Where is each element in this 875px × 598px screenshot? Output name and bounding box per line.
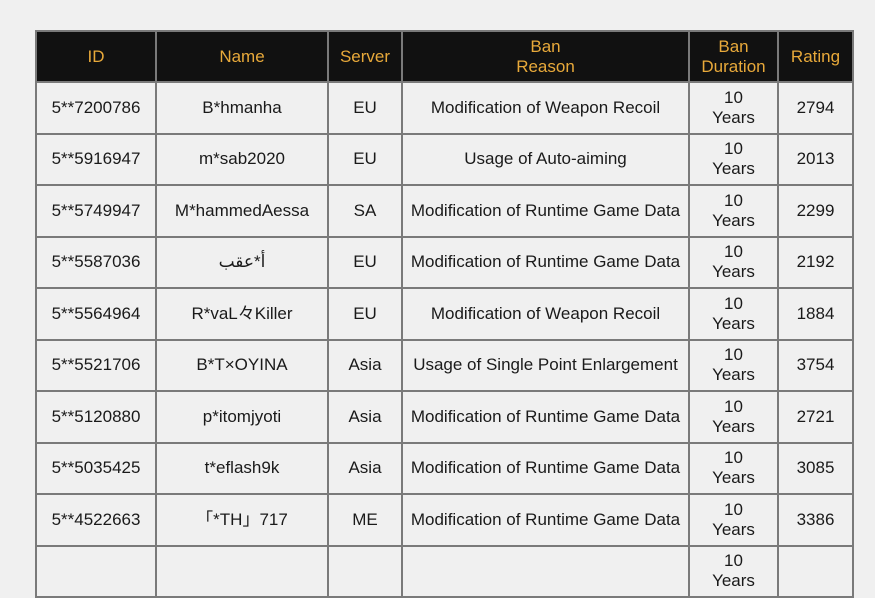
cell-rating: 2013: [777, 132, 854, 186]
cell-ban-duration: 10 Years: [688, 184, 779, 238]
cell-rating: 3085: [777, 441, 854, 495]
ban-list-container: ID Name Server Ban Reason Ban Duration R…: [35, 30, 854, 598]
cell-ban-reason: Modification of Runtime Game Data: [401, 441, 690, 495]
cell-ban-duration: 10 Years: [688, 493, 779, 547]
cell-server: EU: [327, 235, 403, 289]
cell-id: 5**5035425: [35, 441, 157, 495]
cell-name: m*sab2020: [155, 132, 329, 186]
cell-id: 5**5916947: [35, 132, 157, 186]
cell-name: [155, 544, 329, 598]
cell-name: p*itomjyoti: [155, 390, 329, 444]
table-header-row: ID Name Server Ban Reason Ban Duration R…: [35, 30, 854, 83]
table-row: 5**7200786 B*hmanha EU Modification of Weap…: [35, 81, 854, 135]
cell-ban-duration: 10 Years: [688, 132, 779, 186]
cell-server: [327, 544, 403, 598]
table-row: 5**5749947 M*hammedAessa SA Modification of…: [35, 184, 854, 238]
cell-server: Asia: [327, 338, 403, 392]
header-id: ID: [35, 30, 157, 83]
cell-rating: 2721: [777, 390, 854, 444]
cell-id: 5**5521706: [35, 338, 157, 392]
cell-rating: [777, 544, 854, 598]
cell-ban-reason: Modification of Weapon Recoil: [401, 81, 690, 135]
table-row: 5**5587036 أ*عقب EU Modification of Runtime…: [35, 235, 854, 289]
cell-name: R*vaL々Killer: [155, 287, 329, 341]
cell-name: M*hammedAessa: [155, 184, 329, 238]
cell-rating: 2794: [777, 81, 854, 135]
cell-id: 5**5587036: [35, 235, 157, 289]
cell-server: Asia: [327, 390, 403, 444]
table-row: 5**5916947 m*sab2020 EU Usage of Auto-aimin…: [35, 132, 854, 186]
cell-ban-reason: Modification of Runtime Game Data: [401, 235, 690, 289]
cell-ban-duration: 10 Years: [688, 390, 779, 444]
table-row: 5**5521706 B*T×OYINA Asia Usage of Single P…: [35, 338, 854, 392]
cell-server: EU: [327, 132, 403, 186]
header-ban-duration: Ban Duration: [688, 30, 779, 83]
cell-rating: 2192: [777, 235, 854, 289]
cell-name: t*eflash9k: [155, 441, 329, 495]
cell-id: 5**4522663: [35, 493, 157, 547]
cell-ban-duration: 10 Years: [688, 338, 779, 392]
cell-name: B*T×OYINA: [155, 338, 329, 392]
header-name: Name: [155, 30, 329, 83]
cell-ban-duration: 10 Years: [688, 441, 779, 495]
cell-server: ME: [327, 493, 403, 547]
table-body: 5**7200786 B*hmanha EU Modification of Weap…: [35, 81, 854, 598]
table-row: 5**5035425 t*eflash9k Asia Modification of …: [35, 441, 854, 495]
cell-name: 「*TH」717: [155, 493, 329, 547]
cell-rating: 2299: [777, 184, 854, 238]
cell-ban-duration: 10 Years: [688, 235, 779, 289]
cell-rating: 3386: [777, 493, 854, 547]
cell-rating: 1884: [777, 287, 854, 341]
cell-ban-reason: Modification of Weapon Recoil: [401, 287, 690, 341]
cell-ban-duration: 10 Years: [688, 81, 779, 135]
table-row: 10 Years: [35, 544, 854, 598]
header-rating: Rating: [777, 30, 854, 83]
cell-server: EU: [327, 287, 403, 341]
cell-rating: 3754: [777, 338, 854, 392]
cell-ban-reason: Usage of Auto-aiming: [401, 132, 690, 186]
cell-ban-reason: [401, 544, 690, 598]
cell-ban-reason: Modification of Runtime Game Data: [401, 184, 690, 238]
cell-ban-reason: Modification of Runtime Game Data: [401, 390, 690, 444]
cell-id: [35, 544, 157, 598]
ban-list-table: ID Name Server Ban Reason Ban Duration R…: [35, 30, 854, 598]
header-server: Server: [327, 30, 403, 83]
cell-id: 5**5749947: [35, 184, 157, 238]
table-row: 5**5120880 p*itomjyoti Asia Modification of…: [35, 390, 854, 444]
cell-server: SA: [327, 184, 403, 238]
cell-ban-reason: Usage of Single Point Enlargement: [401, 338, 690, 392]
cell-id: 5**7200786: [35, 81, 157, 135]
header-ban-reason: Ban Reason: [401, 30, 690, 83]
table-row: 5**4522663 「*TH」717 ME Modification of Runt…: [35, 493, 854, 547]
cell-server: EU: [327, 81, 403, 135]
cell-name: B*hmanha: [155, 81, 329, 135]
cell-ban-reason: Modification of Runtime Game Data: [401, 493, 690, 547]
table-row: 5**5564964 R*vaL々Killer EU Modification of …: [35, 287, 854, 341]
cell-ban-duration: 10 Years: [688, 287, 779, 341]
cell-server: Asia: [327, 441, 403, 495]
cell-id: 5**5564964: [35, 287, 157, 341]
cell-id: 5**5120880: [35, 390, 157, 444]
cell-ban-duration: 10 Years: [688, 544, 779, 598]
cell-name: أ*عقب: [155, 235, 329, 289]
